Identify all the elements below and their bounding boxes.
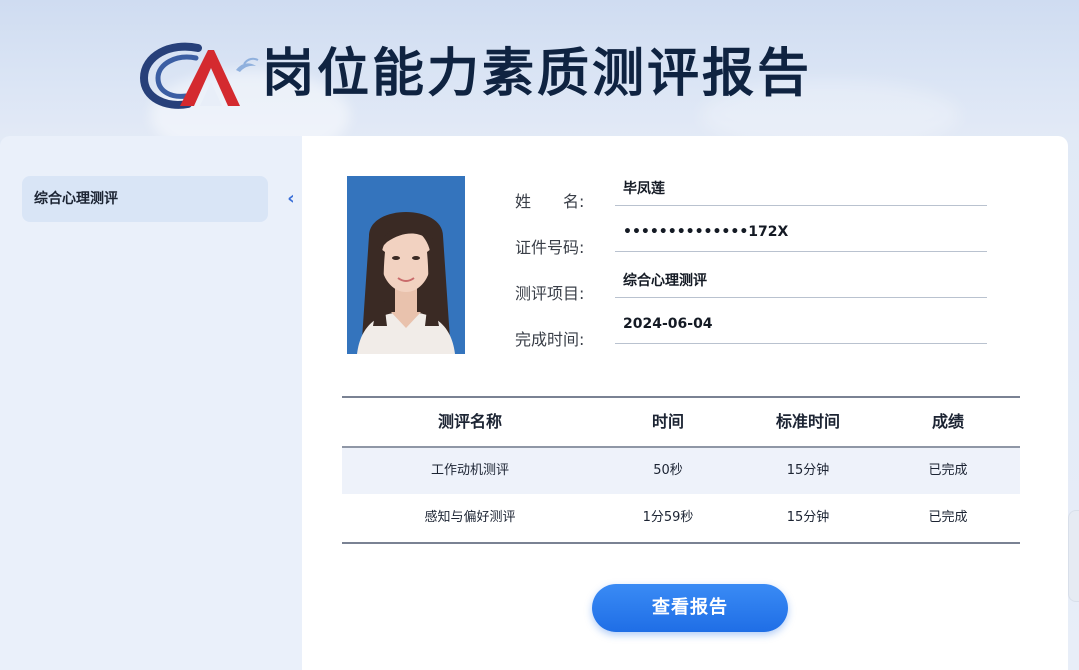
completion-time-label: 完成时间:	[515, 330, 585, 349]
cell-standard-time: 15分钟	[786, 510, 830, 525]
cell-standard-time: 15分钟	[786, 463, 830, 478]
cell-test-name: 工作动机测评	[430, 463, 509, 478]
id-number-label: 证件号码:	[515, 238, 585, 257]
project-value: 综合心理测评	[623, 273, 707, 289]
info-row-project: 测评项目: 综合心理测评	[515, 270, 995, 303]
ca-logo-icon	[140, 42, 259, 109]
side-scroll-handle[interactable]	[1068, 510, 1079, 602]
column-header-time: 时间	[651, 412, 684, 431]
name-value: 毕凤莲	[623, 181, 665, 197]
main-panel: 姓 名: 毕凤莲 证件号码: ••••••••••••••172X 测评项目: …	[302, 136, 1068, 670]
info-row-name: 姓 名: 毕凤莲	[515, 178, 995, 211]
chevron-left-icon[interactable]: ‹	[281, 188, 301, 210]
info-row-id: 证件号码: ••••••••••••••172X	[515, 224, 995, 257]
column-header-standard-time: 标准时间	[775, 412, 840, 431]
column-header-score: 成绩	[931, 412, 964, 431]
divider	[615, 297, 987, 298]
table-border	[342, 542, 1020, 544]
page-title: 岗位能力素质测评报告	[262, 43, 813, 104]
table-header: 测评名称 时间 标准时间 成绩	[342, 398, 1020, 448]
page-header: 岗位能力素质测评报告	[0, 0, 1079, 140]
portrait-photo	[347, 176, 465, 354]
completion-time-value: 2024-06-04	[623, 316, 713, 332]
id-number-value: ••••••••••••••172X	[623, 224, 789, 240]
sidebar-item-comprehensive-assessment[interactable]: 综合心理测评	[22, 176, 268, 222]
divider	[615, 343, 987, 344]
project-label: 测评项目:	[515, 284, 585, 303]
cell-test-name: 感知与偏好测评	[424, 510, 516, 525]
name-label: 姓 名:	[515, 192, 585, 211]
table-row: 感知与偏好测评 1分59秒 15分钟 已完成	[342, 495, 1020, 541]
view-report-button[interactable]: 查看报告	[592, 584, 788, 632]
cell-score: 已完成	[928, 463, 968, 478]
table-row: 工作动机测评 50秒 15分钟 已完成	[342, 448, 1020, 494]
sidebar: 综合心理测评 ‹	[0, 136, 303, 670]
divider	[615, 205, 987, 206]
divider	[615, 251, 987, 252]
cell-score: 已完成	[928, 510, 968, 525]
info-row-completion-time: 完成时间: 2024-06-04	[515, 316, 995, 349]
cell-time: 50秒	[653, 463, 683, 478]
column-header-name: 测评名称	[437, 412, 502, 431]
cell-time: 1分59秒	[642, 510, 694, 525]
